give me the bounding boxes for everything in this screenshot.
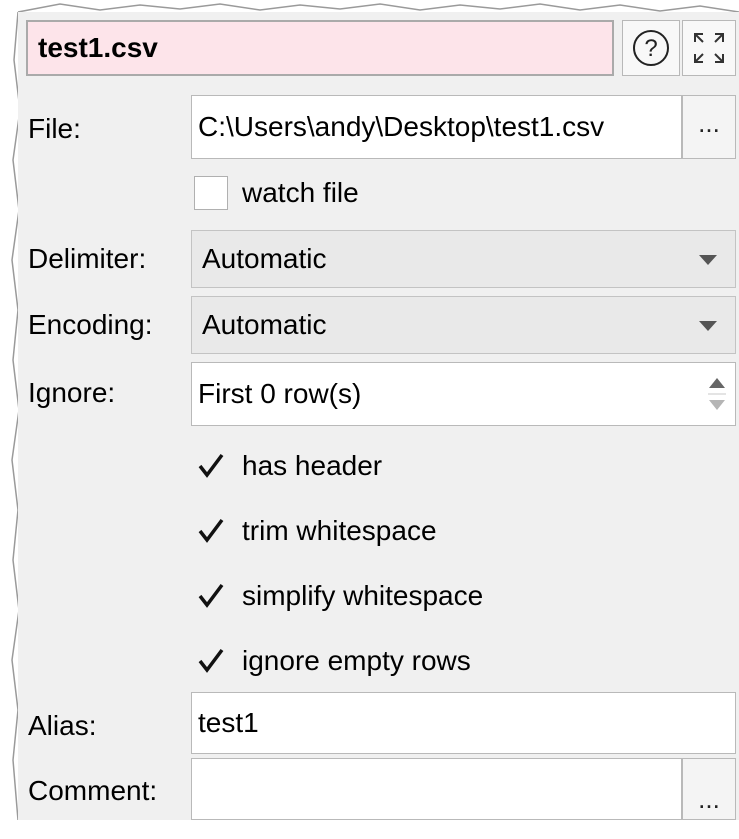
simplify-whitespace-label: simplify whitespace — [242, 580, 484, 611]
maximize-button[interactable] — [682, 20, 736, 76]
ignore-empty-rows-label: ignore empty rows — [242, 645, 471, 676]
browse-file-button[interactable]: ... — [682, 95, 736, 159]
encoding-dropdown[interactable]: Automatic — [191, 296, 736, 354]
comment-label: Comment: — [28, 775, 158, 806]
alias-label: Alias: — [28, 710, 97, 741]
spin-arrows-icon — [708, 378, 726, 410]
watch-file-checkbox[interactable] — [194, 176, 228, 210]
ignore-rows-value: First 0 row(s) — [198, 378, 362, 409]
help-button[interactable]: ? — [622, 20, 680, 76]
ignore-spin-buttons[interactable] — [700, 364, 734, 424]
trim-whitespace-checkbox[interactable] — [194, 514, 228, 548]
trim-whitespace-label: trim whitespace — [242, 515, 437, 546]
checkmark-icon — [198, 583, 224, 608]
input-title-field[interactable]: test1.csv — [26, 20, 614, 76]
delimiter-label: Delimiter: — [28, 243, 147, 274]
checkmark-icon — [198, 453, 224, 478]
file-label: File: — [28, 113, 81, 144]
file-path-field[interactable]: C:\Users\andy\Desktop\test1.csv — [191, 95, 682, 159]
svg-text:?: ? — [644, 35, 657, 62]
expand-icon — [694, 33, 724, 63]
ignore-rows-spinbox[interactable]: First 0 row(s) — [191, 362, 736, 426]
input-settings-panel: test1.csv ? File: C:\Users\andy\Desktop\… — [18, 12, 739, 820]
help-icon: ? — [633, 30, 669, 66]
ignore-empty-rows-checkbox[interactable] — [194, 644, 228, 678]
simplify-whitespace-checkbox[interactable] — [194, 579, 228, 613]
delimiter-value: Automatic — [202, 243, 327, 274]
chevron-down-icon — [699, 255, 717, 265]
encoding-label: Encoding: — [28, 309, 153, 340]
delimiter-dropdown[interactable]: Automatic — [191, 230, 736, 288]
comment-field[interactable] — [191, 758, 682, 820]
chevron-down-icon — [699, 321, 717, 331]
edit-comment-button[interactable]: ... — [682, 758, 736, 820]
alias-field[interactable]: test1 — [191, 692, 736, 754]
checkmark-icon — [198, 518, 224, 543]
encoding-value: Automatic — [202, 309, 327, 340]
has-header-label: has header — [242, 450, 383, 481]
has-header-checkbox[interactable] — [194, 449, 228, 483]
checkmark-icon — [198, 648, 224, 673]
watch-file-label: watch file — [242, 177, 359, 208]
ignore-label: Ignore: — [28, 377, 116, 408]
